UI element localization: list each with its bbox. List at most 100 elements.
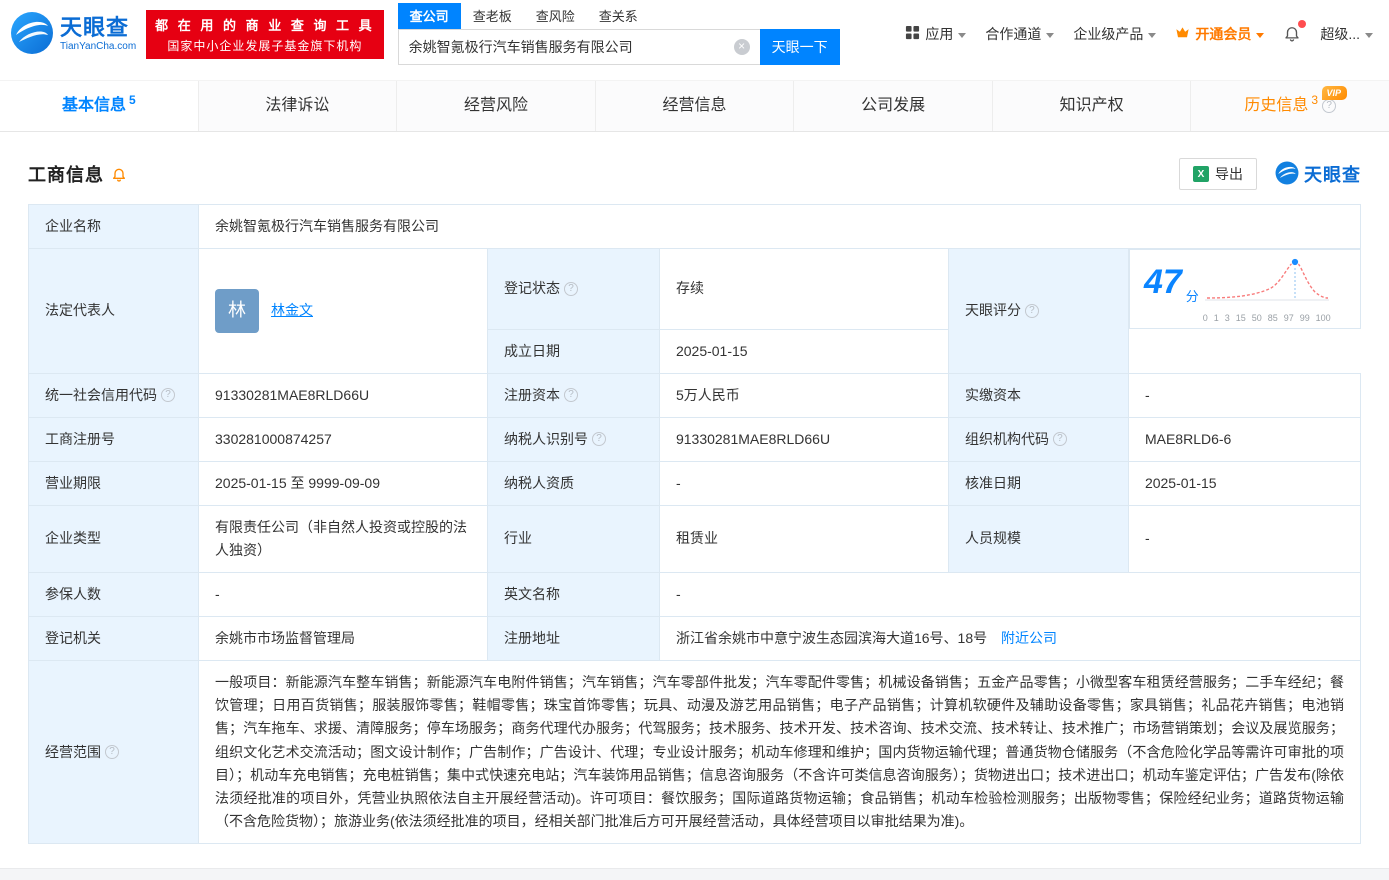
help-icon[interactable]	[1024, 303, 1039, 318]
logo-subtitle: TianYanCha.com	[60, 40, 137, 52]
table-row: 工商注册号 330281000874257 纳税人识别号 91330281MAE…	[28, 416, 1362, 462]
field-label-insured: 参保人数	[28, 572, 199, 618]
tab-operating-risk-label: 经营风险	[463, 97, 528, 114]
help-icon[interactable]	[105, 745, 119, 760]
subscribe-bell-icon[interactable]	[111, 166, 127, 182]
chevron-down-icon	[1046, 32, 1055, 38]
legal-rep-avatar[interactable]: 林	[215, 288, 259, 333]
nav-partner-label: 合作通道	[985, 26, 1042, 42]
tab-history-info-label: 历史信息	[1244, 97, 1309, 114]
field-value-company-type: 有限责任公司（非自然人投资或控股的法人独资）	[198, 504, 488, 574]
help-icon[interactable]	[591, 432, 606, 447]
tab-company-development[interactable]: 公司发展	[794, 81, 993, 131]
grid-icon	[905, 25, 920, 43]
slogan-line2: 国家中小企业发展子基金旗下机构	[167, 38, 363, 53]
top-nav: 应用 合作通道 企业级产品 开通会员 超级...	[905, 19, 1377, 45]
search-tab-relation[interactable]: 查关系	[587, 3, 650, 29]
field-label-reg-authority: 登记机关	[28, 616, 199, 662]
legal-rep-link[interactable]: 林金文	[271, 299, 313, 322]
field-value-insured: -	[198, 572, 488, 618]
search-tab-company[interactable]: 查公司	[397, 3, 461, 29]
nav-enterprise[interactable]: 企业级产品	[1073, 24, 1157, 44]
clear-input-icon[interactable]	[733, 39, 750, 55]
crown-icon	[1175, 25, 1190, 43]
excel-icon	[1193, 166, 1209, 182]
field-value-company-name: 余姚智氪极行汽车销售服务有限公司	[198, 203, 1361, 250]
table-row: 企业类型 有限责任公司（非自然人投资或控股的法人独资） 行业 租赁业 人员规模 …	[28, 504, 1362, 574]
nearby-companies-link[interactable]: 附近公司	[1001, 630, 1057, 646]
search-tab-boss[interactable]: 查老板	[461, 3, 524, 29]
table-row: 参保人数 - 英文名称 -	[28, 572, 1362, 618]
score-unit: 分	[1185, 289, 1199, 305]
help-icon[interactable]	[563, 281, 578, 296]
tab-history-info[interactable]: VIP 历史信息 3	[1191, 81, 1389, 131]
chevron-down-icon	[958, 32, 967, 38]
field-value-business-scope: 一般项目：新能源汽车整车销售；新能源汽车电附件销售；汽车销售；汽车零部件批发；汽…	[198, 660, 1361, 844]
table-row: 企业名称 余姚智氪极行汽车销售服务有限公司	[28, 203, 1361, 250]
slogan-line1: 都 在 用 的 商 业 查 询 工 具	[155, 17, 375, 33]
tab-legal-proceedings-label: 法律诉讼	[265, 97, 330, 114]
notifications-bell[interactable]	[1283, 19, 1307, 45]
field-label-taxpayer-quality: 纳税人资质	[486, 460, 660, 506]
field-label-paid-capital: 实缴资本	[947, 372, 1129, 418]
field-label-org-code: 组织机构代码	[947, 416, 1129, 462]
company-tabs: 基本信息 5 法律诉讼 经营风险 经营信息 公司发展 知识产权 VIP 历史信息 3	[0, 80, 1389, 132]
score-number: 47	[1143, 263, 1182, 302]
nav-account[interactable]: 超级...	[1320, 24, 1373, 44]
search-area: 查公司 查老板 查风险 查关系 天眼一下	[397, 3, 840, 65]
field-value-approval-date: 2025-01-15	[1127, 460, 1362, 506]
tab-basic-info[interactable]: 基本信息 5	[0, 81, 199, 131]
main-content: 工商信息 导出 天眼查	[0, 158, 1389, 844]
nav-enterprise-label: 企业级产品	[1073, 26, 1144, 42]
field-label-address: 注册地址	[486, 616, 660, 662]
section-header: 工商信息 导出 天眼查	[28, 158, 1361, 190]
table-row: 经营范围 一般项目：新能源汽车整车销售；新能源汽车电附件销售；汽车销售；汽车零部…	[28, 660, 1361, 844]
field-value-taxpayer-id: 91330281MAE8RLD66U	[658, 416, 949, 462]
field-value-score: 47 分 0 1 3 15 50 85 97 99 100	[1128, 249, 1361, 330]
field-label-english-name: 英文名称	[486, 572, 660, 618]
search-tab-risk[interactable]: 查风险	[524, 3, 587, 29]
field-value-reg-status: 存续	[658, 248, 949, 330]
help-icon[interactable]	[161, 388, 175, 403]
field-label-credit-code: 统一社会信用代码	[28, 372, 199, 418]
field-label-taxpayer-id: 纳税人识别号	[486, 416, 660, 462]
tab-basic-info-label: 基本信息	[61, 97, 126, 114]
field-value-legal-rep: 林 林金文	[198, 248, 488, 374]
search-tabs: 查公司 查老板 查风险 查关系	[397, 3, 840, 29]
search-button[interactable]: 天眼一下	[759, 29, 840, 65]
field-value-credit-code: 91330281MAE8RLD66U	[198, 372, 488, 418]
help-icon[interactable]	[563, 388, 578, 403]
slogan-banner: 都 在 用 的 商 业 查 询 工 具 国家中小企业发展子基金旗下机构	[146, 9, 384, 59]
field-value-industry: 租赁业	[658, 504, 949, 574]
tab-legal-proceedings[interactable]: 法律诉讼	[199, 81, 398, 131]
help-icon[interactable]	[1052, 432, 1067, 447]
field-value-paid-capital: -	[1127, 372, 1362, 418]
export-button[interactable]: 导出	[1179, 158, 1257, 190]
field-label-approval-date: 核准日期	[947, 460, 1129, 506]
field-label-established: 成立日期	[486, 328, 660, 374]
field-value-staff-size: -	[1127, 504, 1362, 574]
nav-partner[interactable]: 合作通道	[985, 24, 1055, 44]
tab-operating-info[interactable]: 经营信息	[596, 81, 795, 131]
score-chart-ticks: 0 1 3 15 50 85 97 99 100	[1202, 313, 1331, 324]
notification-badge	[1298, 19, 1307, 28]
watermark-text: 天眼查	[1304, 165, 1361, 185]
field-value-reg-authority: 余姚市市场监督管理局	[198, 616, 488, 662]
export-button-label: 导出	[1215, 166, 1243, 182]
tab-operating-risk[interactable]: 经营风险	[397, 81, 596, 131]
tianyancha-logo-icon	[10, 11, 54, 58]
tab-intellectual-property[interactable]: 知识产权	[993, 81, 1192, 131]
field-label-company-name: 企业名称	[28, 203, 199, 250]
nav-open-vip-label: 开通会员	[1195, 26, 1252, 42]
field-label-staff-size: 人员规模	[947, 504, 1129, 574]
search-input[interactable]	[397, 29, 760, 65]
help-icon[interactable]	[1322, 98, 1337, 113]
tianyancha-logo[interactable]: 天眼查 TianYanCha.com	[10, 11, 136, 58]
table-row: 法定代表人 林 林金文 登记状态 存续 天眼评分 47 分	[28, 248, 1361, 374]
nav-open-vip[interactable]: 开通会员	[1175, 24, 1265, 44]
field-label-reg-capital: 注册资本	[486, 372, 660, 418]
nav-apps[interactable]: 应用	[905, 24, 967, 44]
field-value-taxpayer-quality: -	[658, 460, 949, 506]
chevron-down-icon	[1256, 32, 1265, 38]
field-label-reg-status: 登记状态	[486, 248, 660, 330]
